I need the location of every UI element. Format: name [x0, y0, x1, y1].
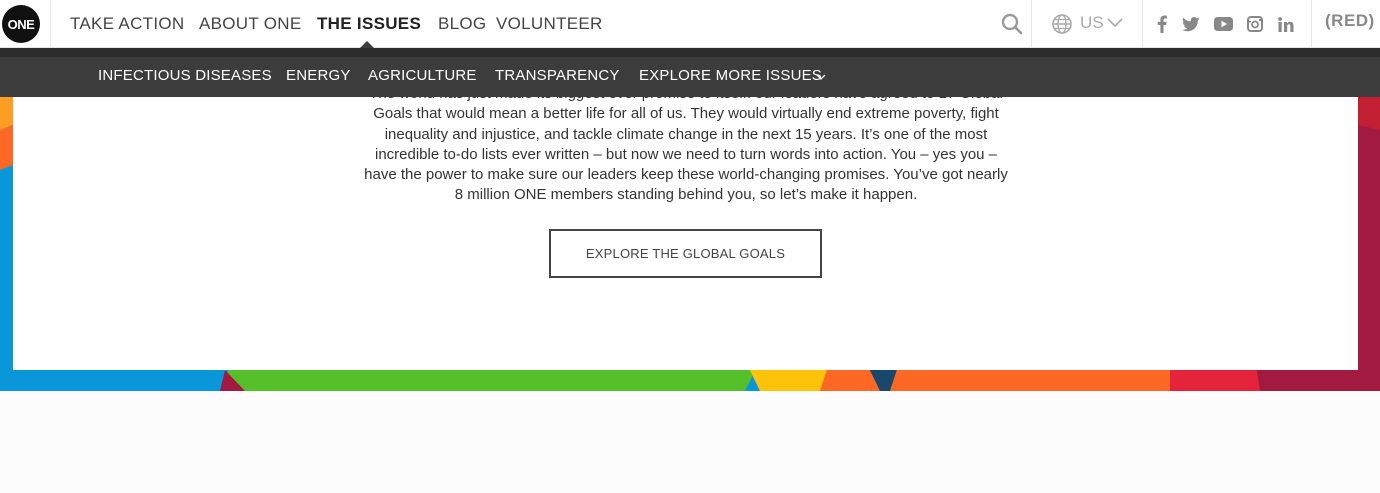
nav-divider: [1142, 0, 1143, 48]
explore-global-goals-button[interactable]: EXPLORE THE GLOBAL GOALS: [549, 229, 822, 278]
chevron-down-icon[interactable]: [1106, 16, 1124, 30]
linkedin-icon[interactable]: [1276, 15, 1296, 33]
nav-the-issues[interactable]: THE ISSUES: [317, 14, 421, 34]
nav-divider: [1031, 0, 1032, 48]
active-indicator-caret: [360, 41, 374, 48]
issues-subnav: INFECTIOUS DISEASES ENERGY AGRICULTURE T…: [0, 48, 1380, 97]
nav-take-action[interactable]: TAKE ACTION: [70, 14, 184, 34]
instagram-icon[interactable]: [1246, 15, 1264, 33]
facebook-icon[interactable]: [1154, 14, 1170, 34]
subnav-energy[interactable]: ENERGY: [286, 67, 351, 84]
global-goals-body-text: The world has just made its biggest ever…: [346, 84, 1026, 206]
nav-blog[interactable]: BLOG: [438, 14, 486, 34]
twitter-icon[interactable]: [1181, 15, 1201, 33]
subnav-transparency[interactable]: TRANSPARENCY: [495, 67, 620, 84]
nav-about-one[interactable]: ABOUT ONE: [199, 14, 302, 34]
top-navigation: ONE TAKE ACTION ABOUT ONE THE ISSUES BLO…: [0, 0, 1380, 48]
youtube-icon[interactable]: [1213, 15, 1233, 33]
nav-divider: [1311, 0, 1312, 48]
one-logo[interactable]: ONE: [2, 5, 40, 43]
body-line: inequality and injustice, and tackle cli…: [384, 125, 988, 143]
subnav-agriculture[interactable]: AGRICULTURE: [368, 67, 477, 84]
globe-icon[interactable]: [1050, 12, 1074, 36]
body-line: 8 million ONE members standing behind yo…: [454, 186, 918, 204]
red-partner-logo[interactable]: (RED): [1325, 11, 1375, 31]
body-line: incredible to-do lists ever written – bu…: [374, 145, 998, 163]
subnav-explore-more-issues[interactable]: EXPLORE MORE ISSUES: [639, 67, 822, 84]
search-icon[interactable]: [1000, 12, 1024, 36]
body-line: have the power to make sure our leaders …: [364, 166, 1008, 184]
content-card: The world has just made its biggest ever…: [13, 85, 1358, 370]
nav-volunteer[interactable]: VOLUNTEER: [496, 14, 603, 34]
body-line: Goals that would mean a better life for …: [373, 105, 999, 123]
logo-text: ONE: [7, 16, 35, 32]
locale-selector[interactable]: US: [1080, 13, 1104, 33]
subnav-infectious-diseases[interactable]: INFECTIOUS DISEASES: [98, 67, 272, 84]
chevron-down-icon[interactable]: [816, 72, 826, 82]
nav-divider: [50, 0, 51, 48]
